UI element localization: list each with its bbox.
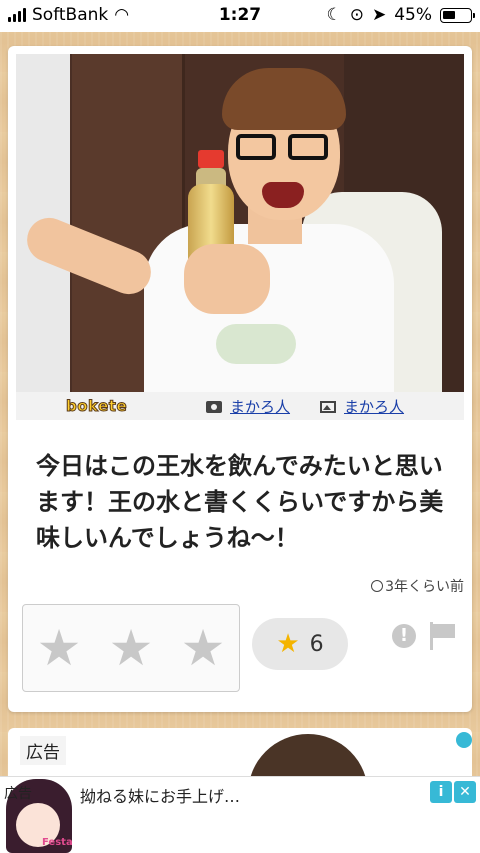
status-bar: SoftBank ◠ 1:27 ☾ ⊙ ➤ 45% — [0, 0, 480, 32]
festa-logo: Festa — [42, 837, 73, 848]
photo-credit-link[interactable]: まかろ人 — [230, 396, 290, 417]
post-timestamp: 3年くらい前 — [371, 576, 464, 596]
battery-percent: 45% — [394, 5, 432, 25]
star-icon: ★ — [276, 629, 300, 659]
photo-mouth — [262, 182, 304, 208]
banner-title[interactable]: 拗ねる妹にお手上げ… — [80, 783, 240, 807]
favorite-count: 6 — [309, 631, 324, 657]
photo-shirt — [144, 224, 394, 392]
star-3-button[interactable]: ★ — [181, 623, 226, 673]
clock-icon — [371, 580, 384, 592]
post-photo[interactable] — [16, 54, 464, 392]
battery-icon — [440, 7, 475, 23]
flag-icon[interactable] — [428, 622, 456, 650]
star-rating: ★ ★ ★ — [22, 604, 240, 692]
photo-hair — [222, 68, 346, 130]
rotation-lock-icon: ⊙ — [349, 5, 364, 25]
image-credit-link[interactable]: まかろ人 — [344, 396, 404, 417]
location-icon: ➤ — [371, 5, 387, 25]
post-card: bokete まかろ人 まかろ人 今日はこの王水を飲んでみたいと思います！王の水… — [8, 46, 472, 712]
ad-info-icon[interactable]: i — [430, 781, 452, 803]
bokete-logo[interactable]: bokete — [65, 397, 127, 416]
ad-close-icon[interactable]: ✕ — [454, 781, 476, 803]
info-icon[interactable] — [456, 732, 472, 748]
moon-icon: ☾ — [326, 5, 342, 25]
camera-icon — [206, 400, 222, 413]
ad-label: 広告 — [20, 736, 66, 765]
post-caption: 今日はこの王水を飲んでみたいと思います！王の水と書くくらいですから美味しいんでし… — [36, 452, 444, 552]
photo-glasses — [236, 134, 332, 164]
photo-shirt-logo — [216, 324, 296, 364]
star-1-button[interactable]: ★ — [37, 623, 82, 673]
banner-ad[interactable]: Festa 広告 拗ねる妹にお手上げ… i ✕ — [0, 776, 480, 853]
photo-credit[interactable]: まかろ人 — [206, 396, 290, 417]
banner-ad-tag: 広告 — [4, 786, 32, 802]
favorite-count-button[interactable]: ★ 6 — [252, 618, 348, 670]
timestamp-text: 3年くらい前 — [385, 579, 464, 595]
status-right: ☾ ⊙ ➤ 45% — [326, 5, 475, 25]
image-credit[interactable]: まかろ人 — [320, 396, 404, 417]
credit-row: bokete まかろ人 まかろ人 — [16, 392, 464, 420]
battery-fill — [443, 10, 455, 19]
star-2-button[interactable]: ★ — [109, 623, 154, 673]
photo-hand — [184, 244, 270, 314]
image-icon — [320, 400, 336, 413]
report-icon[interactable]: ! — [392, 624, 416, 648]
